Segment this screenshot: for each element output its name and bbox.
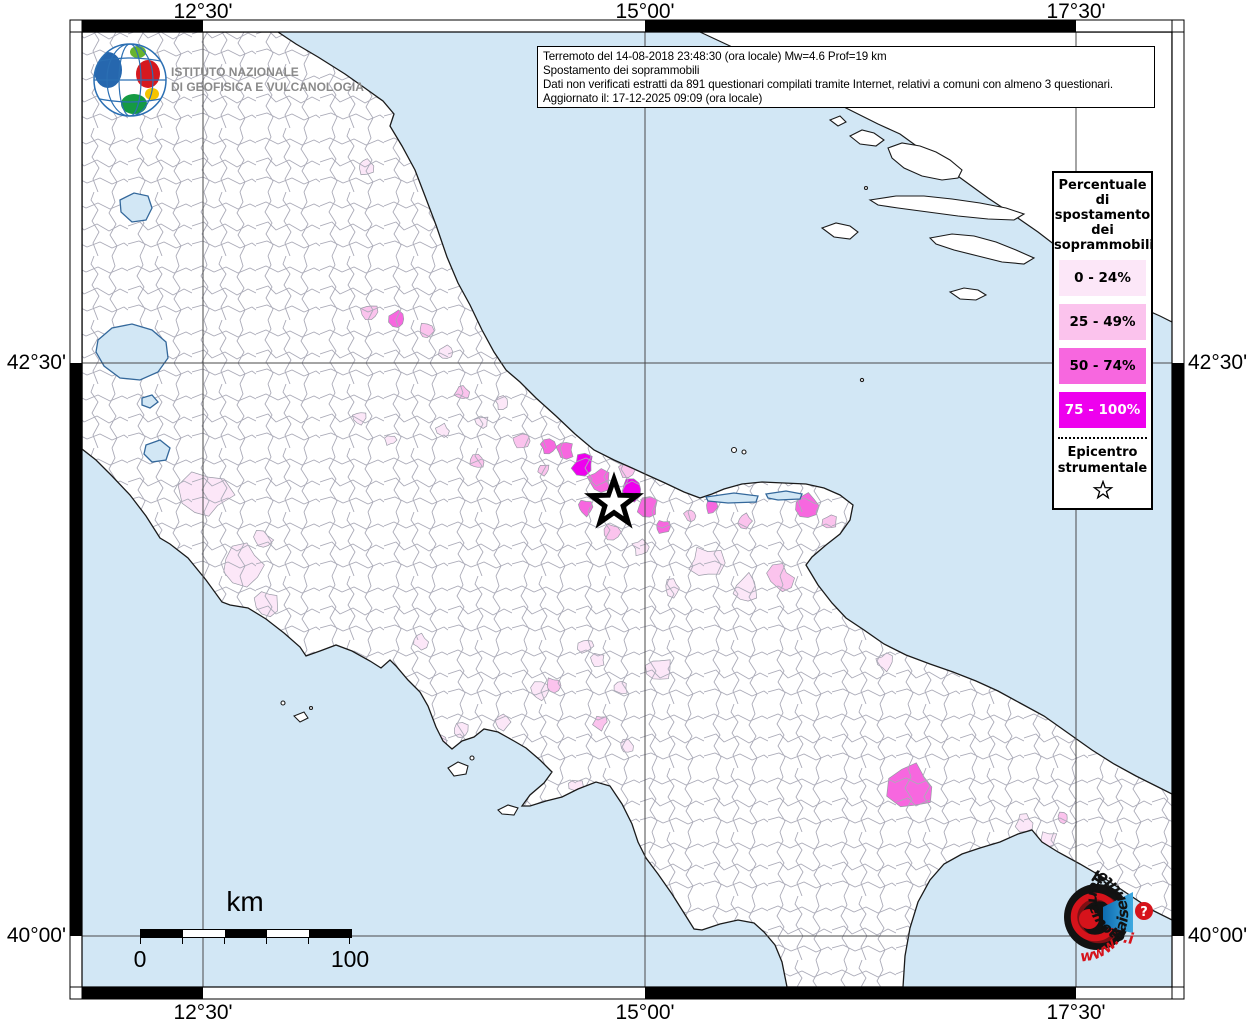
info-line-event: Terremoto del 14-08-2018 23:48:30 (ora l…: [543, 50, 1149, 64]
map-canvas: ? www.haisentitoilterremoto.it: [0, 0, 1255, 1024]
earthquake-info-box: Terremoto del 14-08-2018 23:48:30 (ora l…: [537, 46, 1155, 108]
legend-swatch-75-100: 75 - 100%: [1059, 392, 1146, 428]
lat-label-right-4000: 40°00': [1188, 925, 1247, 947]
scale-unit-label: km: [226, 886, 263, 918]
question-mark-icon: ?: [1140, 905, 1148, 920]
ingv-name-line1: ISTITUTO NAZIONALE: [171, 65, 299, 79]
earthquake-effects-map: ? www.haisentitoilterremoto.it: [0, 0, 1255, 1024]
legend-title-line: di: [1054, 193, 1151, 208]
legend-epicenter-line2: strumentale: [1054, 461, 1151, 477]
lat-label-left-4000: 40°00': [0, 925, 66, 947]
lat-label-right-4230: 42°30': [1188, 352, 1247, 374]
scale-min-label: 0: [134, 946, 147, 973]
lon-label-top-1230: 12°30': [173, 0, 232, 24]
legend-title-line: Percentuale: [1054, 178, 1151, 193]
legend-epicenter-line1: Epicentro: [1054, 445, 1151, 461]
info-line-updated: Aggiornato il: 17-12-2025 09:09 (ora loc…: [543, 92, 1149, 106]
lon-label-top-1500: 15°00': [615, 0, 674, 24]
legend-swatch-25-49: 25 - 49%: [1059, 304, 1146, 340]
legend-swatch-50-74: 50 - 74%: [1059, 348, 1146, 384]
lon-label-bottom-1230: 12°30': [173, 1001, 232, 1024]
legend-swatch-0-24: 0 - 24%: [1059, 260, 1146, 296]
scale-bar: [140, 929, 352, 938]
legend-title-line: dei: [1054, 223, 1151, 238]
legend-box: Percentuale di spostamento dei soprammob…: [1052, 171, 1153, 510]
info-line-source: Dati non verificati estratti da 891 ques…: [543, 78, 1149, 92]
legend-title-line: spostamento: [1054, 208, 1151, 223]
ingv-name-line2: DI GEOFISICA E VULCANOLOGIA: [171, 80, 364, 94]
lon-label-bottom-1500: 15°00': [615, 1001, 674, 1024]
scale-max-label: 100: [331, 946, 369, 973]
lon-label-bottom-1730: 17°30': [1046, 1001, 1105, 1024]
lon-label-top-1730: 17°30': [1046, 0, 1105, 24]
lat-label-left-4230: 42°30': [0, 352, 66, 374]
info-line-topic: Spostamento dei soprammobili: [543, 64, 1149, 78]
epicenter-star-icon: [1054, 480, 1151, 502]
legend-title-line: soprammobili: [1054, 238, 1151, 253]
legend-divider: [1058, 437, 1147, 439]
